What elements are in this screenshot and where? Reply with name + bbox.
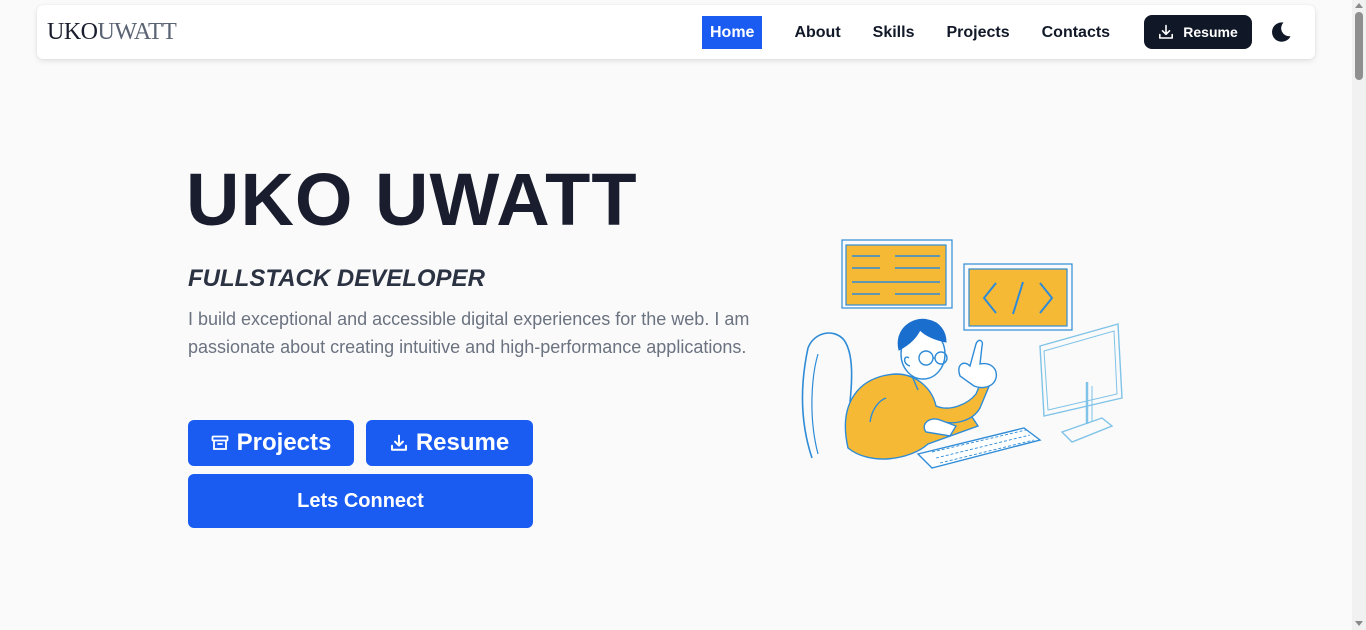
nav-link-home[interactable]: Home [702, 16, 763, 49]
developer-illustration [801, 239, 1123, 469]
projects-button[interactable]: Projects [188, 420, 354, 466]
nav-link-projects[interactable]: Projects [946, 16, 1009, 49]
resume-button-label: Resume [415, 429, 510, 456]
lets-connect-label: Lets Connect [297, 489, 424, 512]
download-icon [390, 434, 407, 451]
scroll-up-arrow-icon[interactable] [1355, 3, 1363, 8]
chair-illustration [801, 332, 853, 459]
logo-part-a: UKO [47, 19, 98, 45]
projects-button-label: Projects [236, 429, 332, 456]
download-icon [1159, 24, 1174, 39]
hero-name: UKO UWATT [186, 158, 638, 241]
person-illustration [844, 318, 997, 460]
hero-role: FULLSTACK DEVELOPER [188, 265, 485, 292]
site-logo[interactable]: UKOUWATT [47, 19, 177, 46]
theme-toggle-button[interactable] [1269, 20, 1293, 44]
nav-links: Home About Skills Projects Contacts [702, 16, 1110, 49]
scrollbar[interactable] [1352, 0, 1366, 630]
scroll-thumb[interactable] [1355, 12, 1363, 80]
resume-download-label: Resume [1183, 24, 1238, 40]
scroll-down-arrow-icon[interactable] [1355, 621, 1363, 626]
navbar: UKOUWATT Home About Skills Projects Cont… [37, 5, 1315, 59]
resume-download-button[interactable]: Resume [1144, 15, 1252, 49]
archive-icon [211, 435, 229, 450]
nav-link-contacts[interactable]: Contacts [1042, 16, 1110, 49]
monitor-illustration [1039, 323, 1123, 443]
code-window-illustration [841, 239, 953, 309]
lets-connect-button[interactable]: Lets Connect [188, 474, 533, 528]
nav-link-skills[interactable]: Skills [873, 16, 915, 49]
moon-icon [1272, 22, 1291, 42]
hero-description: I build exceptional and accessible digit… [188, 309, 750, 357]
nav-link-about[interactable]: About [794, 16, 840, 49]
logo-part-b: UWATT [97, 19, 177, 45]
resume-button[interactable]: Resume [366, 420, 533, 466]
code-tag-window-illustration [963, 263, 1073, 331]
